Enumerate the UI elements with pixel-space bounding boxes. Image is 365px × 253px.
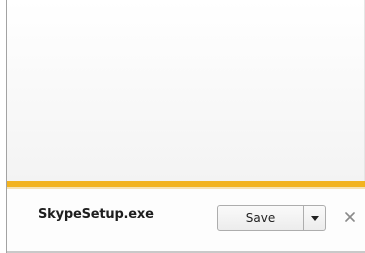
- download-notification-bar: SkypeSetup.exe Save: [7, 181, 365, 253]
- download-file-name: SkypeSetup.exe: [38, 207, 154, 222]
- save-split-button: Save: [217, 205, 326, 231]
- close-icon: [345, 212, 355, 222]
- save-options-dropdown-button[interactable]: [304, 205, 326, 231]
- close-notification-button[interactable]: [343, 210, 357, 224]
- chevron-down-icon: [310, 215, 319, 221]
- save-button-label: Save: [245, 211, 276, 225]
- browser-window: SkypeSetup.exe Save: [6, 0, 365, 253]
- page-content-area: [7, 0, 365, 181]
- notification-accent-shadow: [7, 187, 365, 189]
- save-button[interactable]: Save: [217, 205, 304, 231]
